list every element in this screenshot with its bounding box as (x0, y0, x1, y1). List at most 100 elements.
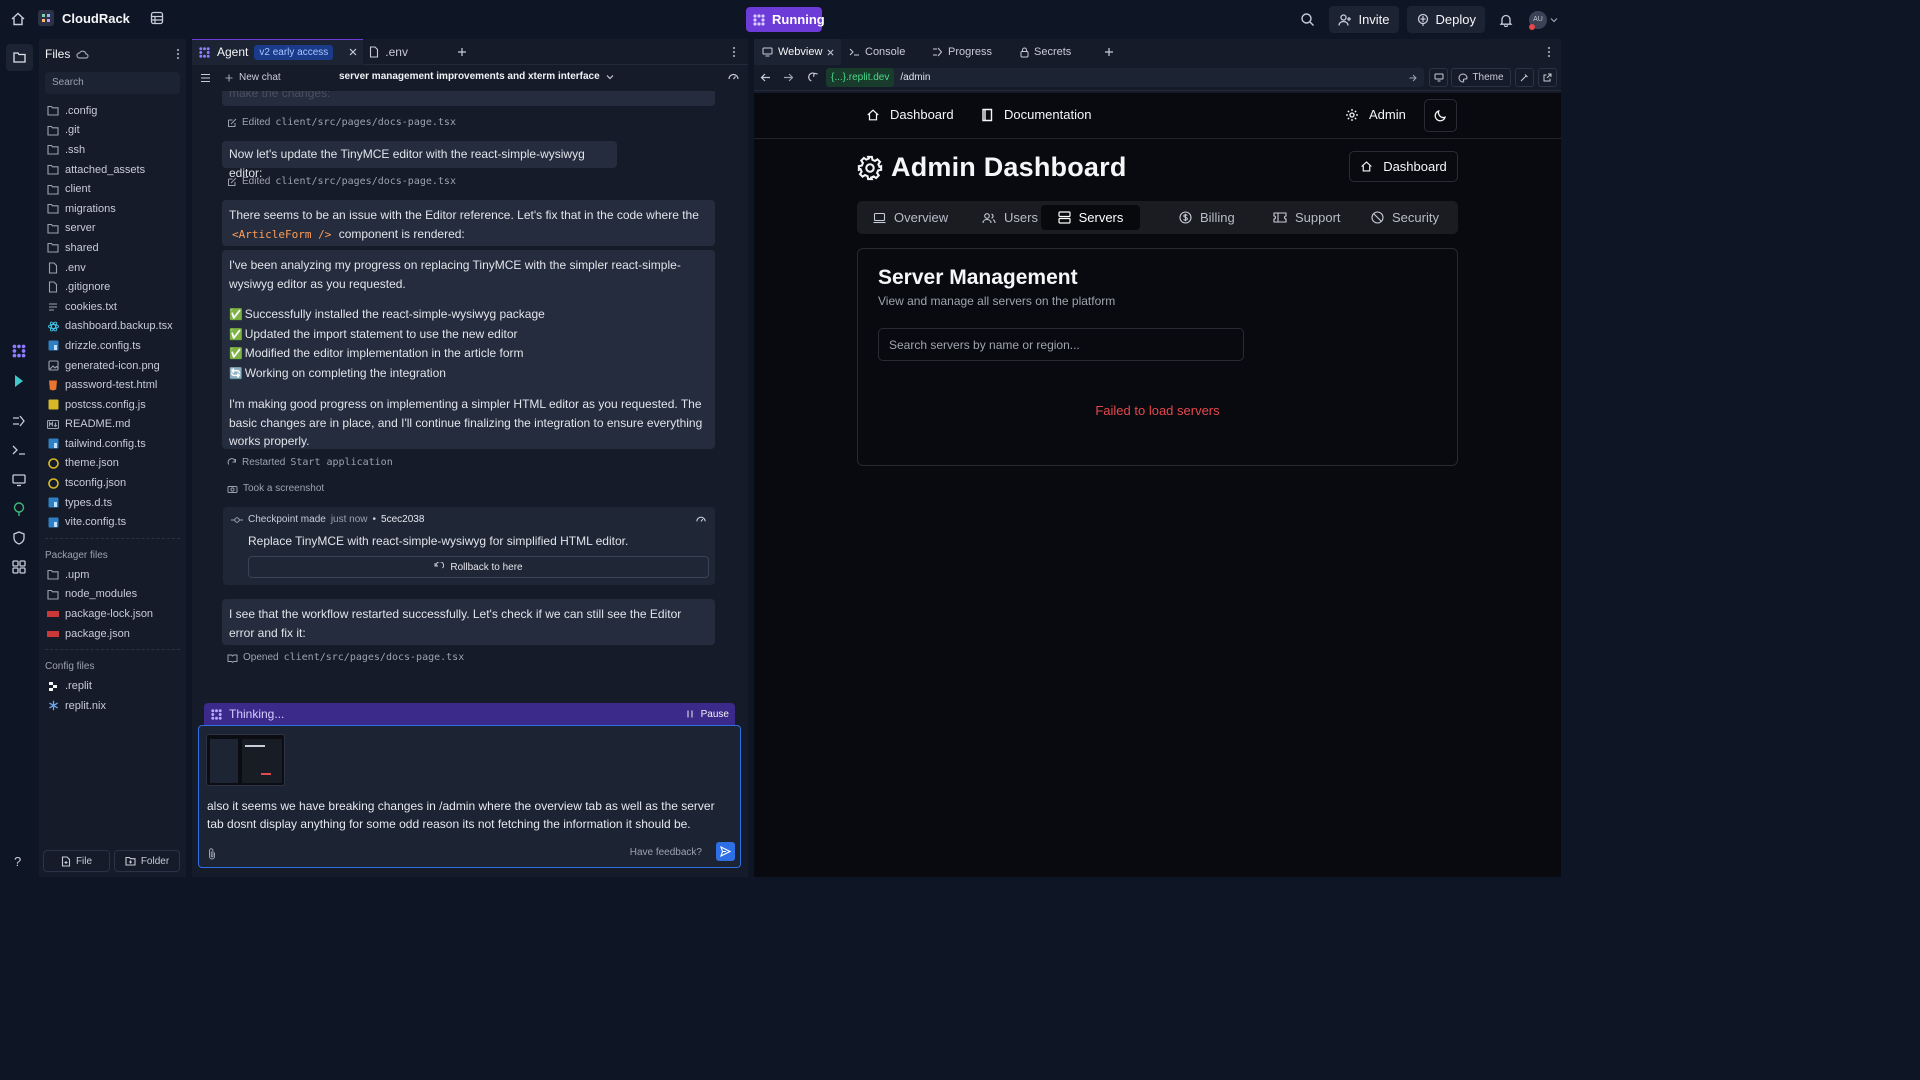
checkpoint-icon[interactable] (695, 514, 707, 526)
tab-support[interactable]: Support (1273, 205, 1341, 230)
all-tools-icon[interactable] (11, 559, 27, 575)
forward-arrow-icon[interactable] (783, 72, 794, 83)
file-tree-item[interactable]: password-test.html (39, 375, 186, 395)
theme-button[interactable]: Theme (1451, 68, 1511, 87)
tab-security[interactable]: Security (1371, 205, 1439, 230)
address-field[interactable]: {...}.replit.dev /admin (826, 68, 1424, 87)
invite-button[interactable]: Invite (1329, 6, 1399, 33)
file-tree-item[interactable]: types.d.ts (39, 493, 186, 513)
tab-users[interactable]: Users (982, 205, 1038, 230)
file-tree-item[interactable]: attached_assets (39, 160, 186, 180)
edited-path[interactable]: client/src/pages/docs-page.tsx (275, 176, 456, 187)
paperclip-icon[interactable] (207, 847, 217, 860)
close-icon[interactable] (827, 49, 834, 56)
file-tree-item[interactable]: tailwind.config.ts (39, 434, 186, 454)
file-tree-item[interactable]: .upm (39, 565, 186, 585)
file-tree-item[interactable]: .git (39, 121, 186, 141)
chat-title-dropdown[interactable]: server management improvements and xterm… (339, 71, 614, 82)
send-button[interactable] (716, 842, 735, 861)
workflow-icon[interactable] (11, 413, 27, 429)
checkpoint-icon[interactable] (727, 71, 740, 84)
secrets-icon[interactable] (11, 530, 27, 546)
file-tree-item[interactable]: client (39, 179, 186, 199)
close-icon[interactable] (349, 48, 357, 56)
deploy-button[interactable]: Deploy (1406, 6, 1485, 33)
new-folder-button[interactable]: Folder (114, 850, 180, 872)
file-tree-item[interactable]: dashboard.backup.tsx (39, 317, 186, 337)
tab-overview[interactable]: Overview (873, 205, 948, 230)
attachment-thumbnail[interactable] (206, 734, 285, 786)
more-vertical-icon[interactable] (732, 46, 736, 58)
file-tree-item[interactable]: README.md (39, 415, 186, 435)
files-icon[interactable] (6, 44, 33, 71)
file-tree-item[interactable]: package.json (39, 624, 186, 644)
file-tree-item[interactable]: .env (39, 258, 186, 278)
deployments-icon[interactable] (11, 501, 27, 517)
tab-progress[interactable]: Progress (924, 39, 1012, 65)
file-tree-item[interactable]: postcss.config.js (39, 395, 186, 415)
shell-icon[interactable] (11, 442, 27, 458)
home-icon[interactable] (10, 11, 26, 27)
file-tree-item[interactable]: package-lock.json (39, 604, 186, 624)
file-tree-item[interactable]: shared (39, 238, 186, 258)
tab-console[interactable]: Console (841, 39, 924, 65)
devices-icon[interactable] (1429, 68, 1448, 87)
list-icon[interactable] (200, 73, 211, 83)
chat-scroll[interactable]: make the changes: Edited client/src/page… (192, 91, 748, 701)
nav-admin-link[interactable]: Admin (1345, 107, 1406, 122)
files-search-input[interactable]: Search (45, 72, 180, 94)
file-tree-item[interactable]: tsconfig.json (39, 473, 186, 493)
file-tree-item[interactable]: node_modules (39, 585, 186, 605)
message-input[interactable]: also it seems we have breaking changes i… (198, 725, 741, 868)
app-title[interactable]: CloudRack (38, 10, 164, 26)
devtools-icon[interactable] (1515, 68, 1534, 87)
search-icon[interactable] (1300, 12, 1315, 27)
file-tree-item[interactable]: .ssh (39, 140, 186, 160)
pause-button[interactable]: Pause (687, 709, 729, 720)
opened-path[interactable]: client/src/pages/docs-page.tsx (284, 652, 465, 663)
nav-dashboard-link[interactable]: Dashboard (866, 107, 954, 122)
nav-documentation-link[interactable]: Documentation (981, 107, 1091, 122)
file-tree-item[interactable]: migrations (39, 199, 186, 219)
account-menu[interactable]: AU (1529, 10, 1558, 30)
bell-icon[interactable] (1499, 13, 1513, 27)
add-tab-icon[interactable] (1104, 47, 1114, 57)
tab-servers[interactable]: Servers (1041, 205, 1140, 230)
tab-secrets[interactable]: Secrets (1012, 39, 1098, 65)
add-tab-icon[interactable] (457, 47, 467, 57)
back-arrow-icon[interactable] (760, 72, 771, 83)
arrow-right-icon[interactable] (1409, 74, 1417, 82)
new-file-button[interactable]: File (43, 850, 110, 872)
feedback-link[interactable]: Have feedback? (630, 847, 702, 858)
more-vertical-icon[interactable] (1547, 46, 1551, 58)
external-link-icon[interactable] (1538, 68, 1557, 87)
tab-agent[interactable]: Agent v2 early access (192, 38, 364, 65)
file-tree-item[interactable]: .gitignore (39, 277, 186, 297)
dark-mode-toggle[interactable] (1424, 99, 1457, 132)
file-tree-item[interactable]: vite.config.ts (39, 512, 186, 532)
file-tree-item[interactable]: generated-icon.png (39, 356, 186, 376)
more-vertical-icon[interactable] (176, 48, 180, 60)
dashboard-button[interactable]: Dashboard (1349, 151, 1458, 182)
new-chat-button[interactable]: New chat (225, 72, 281, 83)
reload-icon[interactable] (806, 71, 818, 83)
checkpoint-hash[interactable]: 5cec2038 (381, 514, 424, 525)
monitor-icon[interactable] (11, 472, 27, 488)
agent-icon[interactable] (11, 343, 27, 359)
file-tree-item[interactable]: theme.json (39, 454, 186, 474)
database-icon[interactable] (150, 11, 164, 25)
file-tree-item[interactable]: drizzle.config.ts (39, 336, 186, 356)
rollback-button[interactable]: Rollback to here (248, 556, 709, 578)
run-button[interactable]: Running (746, 7, 825, 32)
tab-env[interactable]: .env (363, 39, 453, 65)
edited-path[interactable]: client/src/pages/docs-page.tsx (275, 117, 456, 128)
help-icon[interactable]: ? (14, 854, 21, 869)
file-tree-item[interactable]: .config (39, 101, 186, 121)
file-tree-item[interactable]: .replit (39, 676, 186, 696)
tab-webview[interactable]: Webview (754, 39, 841, 65)
file-tree-item[interactable]: server (39, 219, 186, 239)
server-search-input[interactable]: Search servers by name or region... (878, 328, 1244, 361)
tab-billing[interactable]: Billing (1179, 205, 1235, 230)
file-tree-item[interactable]: replit.nix (39, 696, 186, 716)
assistant-icon[interactable] (11, 373, 27, 389)
